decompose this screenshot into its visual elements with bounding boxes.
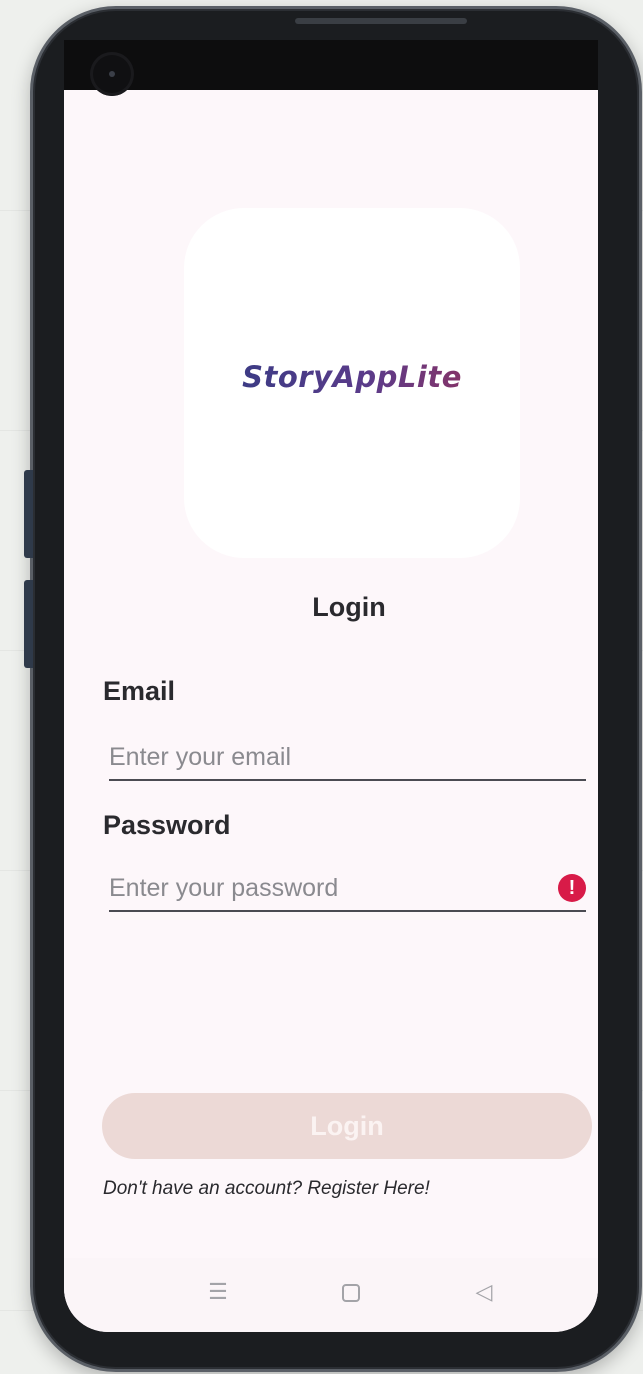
page-title: Login bbox=[312, 592, 386, 622]
password-field-container: ! bbox=[109, 868, 586, 912]
home-icon[interactable] bbox=[331, 1272, 371, 1312]
speaker-slot bbox=[295, 18, 467, 24]
app-logo-card: StoryAppLite bbox=[184, 208, 520, 558]
email-field-container bbox=[109, 737, 586, 781]
login-button[interactable]: Login bbox=[102, 1093, 592, 1159]
phone-screen: StoryAppLite Login Email Password ! Logi… bbox=[64, 40, 598, 1332]
email-field[interactable] bbox=[109, 737, 549, 777]
password-field[interactable] bbox=[109, 868, 549, 908]
app-logo: StoryAppLite bbox=[184, 360, 520, 394]
back-icon[interactable]: ◁ bbox=[464, 1272, 504, 1312]
menu-icon[interactable]: ☰ bbox=[198, 1272, 238, 1312]
system-navigation-bar: ☰ ◁ bbox=[64, 1258, 598, 1332]
password-label: Password bbox=[103, 810, 231, 840]
status-bar bbox=[64, 40, 598, 90]
volume-down-button bbox=[24, 580, 33, 668]
volume-up-button bbox=[24, 470, 33, 558]
email-label: Email bbox=[103, 676, 176, 706]
register-link[interactable]: Don't have an account? Register Here! bbox=[103, 1178, 430, 1200]
error-icon[interactable]: ! bbox=[558, 874, 586, 902]
front-camera-icon bbox=[90, 52, 134, 96]
